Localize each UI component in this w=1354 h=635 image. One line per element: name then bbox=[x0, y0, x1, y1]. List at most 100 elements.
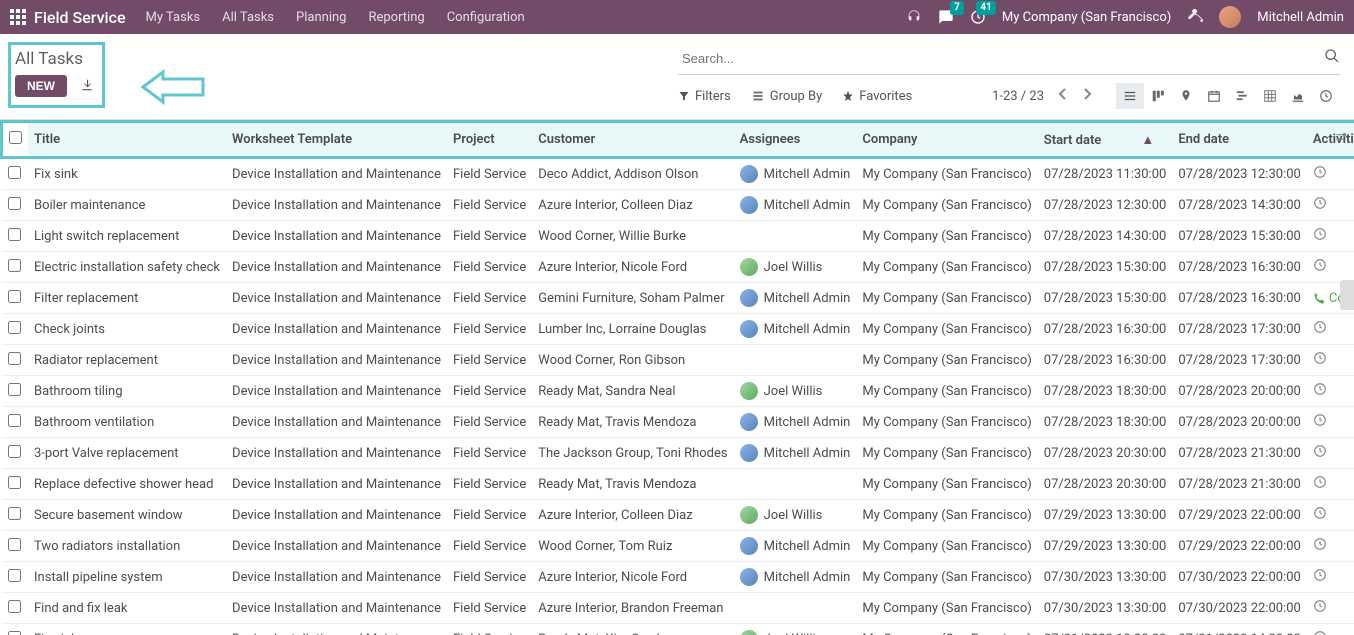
view-graph[interactable] bbox=[1284, 83, 1312, 109]
row-checkbox[interactable] bbox=[8, 600, 21, 613]
row-checkbox[interactable] bbox=[8, 445, 21, 458]
pager-text[interactable]: 1-23 / 23 bbox=[992, 89, 1044, 104]
row-checkbox[interactable] bbox=[8, 538, 21, 551]
group-by-button[interactable]: Group By bbox=[751, 89, 823, 104]
row-checkbox[interactable] bbox=[8, 569, 21, 582]
row-checkbox[interactable] bbox=[8, 228, 21, 241]
menu-my-tasks[interactable]: My Tasks bbox=[146, 10, 201, 25]
table-row[interactable]: Bathroom tilingDevice Installation and M… bbox=[2, 376, 1354, 407]
table-row[interactable]: Replace defective shower headDevice Inst… bbox=[2, 469, 1354, 500]
menu-all-tasks[interactable]: All Tasks bbox=[222, 10, 274, 25]
phone-icon[interactable] bbox=[906, 9, 922, 25]
activity-clock-icon[interactable] bbox=[1313, 354, 1327, 369]
row-checkbox[interactable] bbox=[8, 197, 21, 210]
col-project[interactable]: Project bbox=[447, 122, 532, 158]
app-brand[interactable]: Field Service bbox=[34, 8, 126, 27]
activity-clock-icon[interactable] bbox=[1313, 509, 1327, 524]
view-activity[interactable] bbox=[1312, 83, 1340, 109]
row-checkbox[interactable] bbox=[8, 414, 21, 427]
row-checkbox[interactable] bbox=[8, 507, 21, 520]
search-icon[interactable] bbox=[1324, 48, 1340, 68]
col-title[interactable]: Title bbox=[28, 122, 226, 158]
col-worksheet[interactable]: Worksheet Template bbox=[226, 122, 447, 158]
table-row[interactable]: Light switch replacementDevice Installat… bbox=[2, 221, 1354, 252]
right-panel-handle[interactable] bbox=[1340, 280, 1354, 310]
row-checkbox[interactable] bbox=[8, 352, 21, 365]
user-name[interactable]: Mitchell Admin bbox=[1257, 10, 1344, 25]
columns-settings-icon[interactable] bbox=[1334, 130, 1348, 148]
cell-start: 07/28/2023 14:30:00 bbox=[1038, 221, 1173, 252]
search-input[interactable] bbox=[678, 49, 1324, 68]
view-calendar[interactable] bbox=[1200, 83, 1228, 109]
activity-clock-icon[interactable] bbox=[1313, 168, 1327, 183]
apps-icon[interactable] bbox=[10, 9, 26, 25]
row-checkbox[interactable] bbox=[8, 476, 21, 489]
download-icon[interactable] bbox=[80, 78, 94, 96]
select-all-checkbox[interactable] bbox=[9, 131, 22, 144]
activity-clock-icon[interactable] bbox=[1313, 416, 1327, 431]
view-kanban[interactable] bbox=[1144, 83, 1172, 109]
activity-clock-icon[interactable] bbox=[1313, 385, 1327, 400]
table-row[interactable]: Install pipeline systemDevice Installati… bbox=[2, 562, 1354, 593]
cell-worksheet: Device Installation and Maintenance bbox=[226, 469, 447, 500]
cell-project: Field Service bbox=[447, 314, 532, 345]
activity-clock-icon[interactable] bbox=[1313, 230, 1327, 245]
col-end-date[interactable]: End date bbox=[1172, 122, 1307, 158]
table-row[interactable]: Filter replacementDevice Installation an… bbox=[2, 283, 1354, 314]
col-start-date[interactable]: Start date▲ bbox=[1038, 122, 1173, 158]
chat-icon[interactable]: 7 bbox=[938, 9, 954, 25]
menu-reporting[interactable]: Reporting bbox=[368, 10, 424, 25]
table-row[interactable]: 3-port Valve replacementDevice Installat… bbox=[2, 438, 1354, 469]
view-list[interactable] bbox=[1116, 83, 1144, 109]
table-row[interactable]: Electric installation safety checkDevice… bbox=[2, 252, 1354, 283]
favorites-button[interactable]: Favorites bbox=[842, 89, 912, 104]
col-assignees[interactable]: Assignees bbox=[734, 122, 857, 158]
table-row[interactable]: Bathroom ventilationDevice Installation … bbox=[2, 407, 1354, 438]
cell-customer: The Jackson Group, Toni Rhodes bbox=[532, 438, 733, 469]
assignee-avatar bbox=[740, 568, 758, 586]
cell-company: My Company (San Francisco) bbox=[856, 252, 1037, 283]
assignee-avatar bbox=[740, 506, 758, 524]
activity-clock-icon[interactable] bbox=[1313, 199, 1327, 214]
cell-company: My Company (San Francisco) bbox=[856, 531, 1037, 562]
table-row[interactable]: Radiator replacementDevice Installation … bbox=[2, 345, 1354, 376]
table-row[interactable]: Fix sinkDevice Installation and Maintena… bbox=[2, 624, 1354, 635]
pager-next[interactable] bbox=[1078, 86, 1096, 106]
user-avatar[interactable] bbox=[1219, 6, 1241, 28]
activity-clock-icon[interactable] bbox=[1313, 478, 1327, 493]
view-gantt[interactable] bbox=[1228, 83, 1256, 109]
row-checkbox[interactable] bbox=[8, 259, 21, 272]
cell-company: My Company (San Francisco) bbox=[856, 469, 1037, 500]
table-row[interactable]: Secure basement windowDevice Installatio… bbox=[2, 500, 1354, 531]
filters-button[interactable]: Filters bbox=[678, 89, 731, 104]
table-row[interactable]: Check jointsDevice Installation and Main… bbox=[2, 314, 1354, 345]
company-selector[interactable]: My Company (San Francisco) bbox=[1002, 10, 1171, 25]
row-checkbox[interactable] bbox=[8, 166, 21, 179]
pager-prev[interactable] bbox=[1054, 86, 1072, 106]
menu-configuration[interactable]: Configuration bbox=[447, 10, 525, 25]
row-checkbox[interactable] bbox=[8, 290, 21, 303]
row-checkbox[interactable] bbox=[8, 383, 21, 396]
activity-clock-icon[interactable]: 41 bbox=[970, 9, 986, 25]
assignee-avatar bbox=[740, 289, 758, 307]
col-company[interactable]: Company bbox=[856, 122, 1037, 158]
col-customer[interactable]: Customer bbox=[532, 122, 733, 158]
activity-clock-icon[interactable] bbox=[1313, 540, 1327, 555]
view-map[interactable] bbox=[1172, 83, 1200, 109]
table-row[interactable]: Fix sinkDevice Installation and Maintena… bbox=[2, 158, 1354, 190]
row-checkbox[interactable] bbox=[8, 631, 21, 635]
table-row[interactable]: Boiler maintenanceDevice Installation an… bbox=[2, 190, 1354, 221]
activity-clock-icon[interactable] bbox=[1313, 602, 1327, 617]
view-pivot[interactable] bbox=[1256, 83, 1284, 109]
menu-planning[interactable]: Planning bbox=[296, 10, 346, 25]
row-checkbox[interactable] bbox=[8, 321, 21, 334]
activity-clock-icon[interactable] bbox=[1313, 323, 1327, 338]
activity-clock-icon[interactable] bbox=[1313, 261, 1327, 276]
activity-clock-icon[interactable] bbox=[1313, 447, 1327, 462]
cell-title: Two radiators installation bbox=[28, 531, 226, 562]
new-button[interactable]: NEW bbox=[15, 75, 67, 97]
table-row[interactable]: Two radiators installationDevice Install… bbox=[2, 531, 1354, 562]
tools-icon[interactable] bbox=[1187, 7, 1203, 27]
task-table-wrapper[interactable]: Title Worksheet Template Project Custome… bbox=[0, 120, 1354, 635]
activity-clock-icon[interactable] bbox=[1313, 571, 1327, 586]
